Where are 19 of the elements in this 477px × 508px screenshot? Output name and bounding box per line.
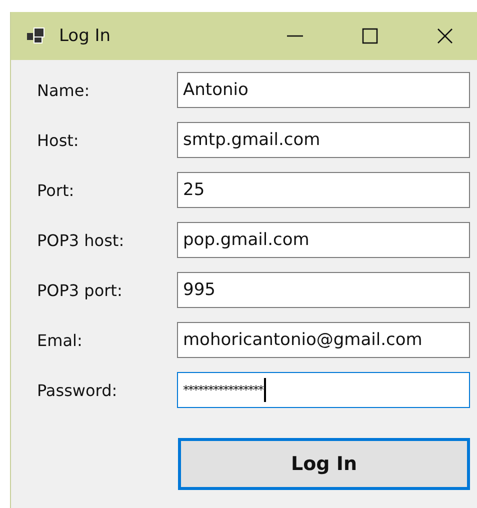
log-in-button[interactable]: Log In	[178, 438, 470, 490]
input-field[interactable]: pop.gmail.com	[177, 222, 470, 258]
field-label: Port:	[37, 180, 76, 200]
field-label: Emal:	[37, 330, 84, 350]
input-field[interactable]: smtp.gmail.com	[177, 122, 470, 158]
window-title: Log In	[59, 26, 111, 46]
field-label: Name:	[37, 80, 91, 100]
field-label: Password:	[37, 380, 118, 400]
input-field[interactable]: 995	[177, 272, 470, 308]
input-field[interactable]: mohoricantonio@gmail.com	[177, 322, 470, 358]
app-icon	[27, 27, 47, 45]
maximize-icon[interactable]	[360, 26, 380, 46]
field-label: Host:	[37, 130, 80, 150]
input-field[interactable]: 25	[177, 172, 470, 208]
input-field[interactable]: Antonio	[177, 72, 470, 108]
field-label: POP3 host:	[37, 230, 126, 250]
close-icon[interactable]	[435, 26, 455, 46]
field-label: POP3 port:	[37, 280, 124, 300]
input-field[interactable]: ****************	[177, 372, 470, 408]
